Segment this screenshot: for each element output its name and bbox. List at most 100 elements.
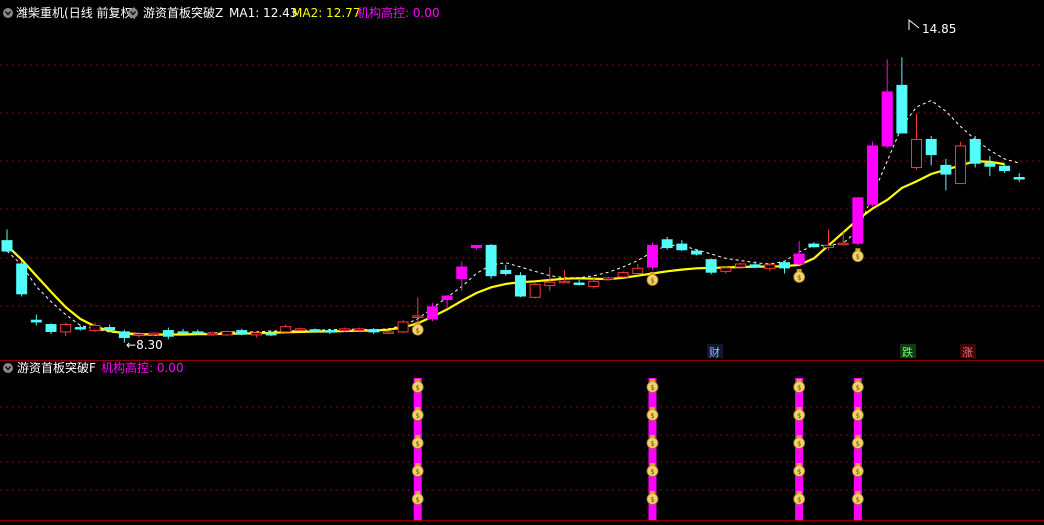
candle-33[interactable] (485, 244, 497, 279)
candle-53[interactable] (779, 260, 791, 274)
candle-4[interactable] (60, 322, 72, 337)
candle-22[interactable] (324, 328, 336, 335)
candle-body-4 (60, 324, 72, 333)
candle-15[interactable] (221, 330, 233, 336)
marker-zhang[interactable]: 涨 (960, 344, 976, 359)
candle-11[interactable] (162, 327, 174, 340)
candle-31[interactable] (456, 261, 468, 291)
ma2-value: MA2: 12.77 (292, 6, 360, 20)
candle-body-19 (280, 326, 292, 333)
candle-58[interactable] (852, 197, 864, 246)
signal-bag-1-2-sign: $ (650, 440, 654, 448)
candle-2[interactable] (30, 314, 42, 326)
candle-62[interactable] (911, 113, 923, 170)
candle-57[interactable] (837, 231, 849, 246)
candle-41[interactable] (602, 276, 614, 280)
candle-1[interactable] (16, 261, 28, 297)
signal-bag-1-3-tie (649, 463, 655, 466)
marker-cai[interactable]: 财 (707, 344, 723, 359)
candle-9[interactable] (133, 331, 145, 338)
signal-bag-1-1-tie (649, 407, 655, 410)
candle-36[interactable] (529, 283, 541, 299)
sub-collapse-icon[interactable] (3, 363, 13, 373)
signal-bag-3-3-sign: $ (856, 468, 860, 476)
candle-48[interactable] (705, 258, 717, 275)
candle-body-37 (544, 281, 556, 287)
candle-45[interactable] (661, 236, 673, 250)
candle-body-2 (30, 319, 42, 323)
low-label: ←8.30 (126, 338, 163, 352)
candle-0[interactable] (1, 229, 13, 252)
candle-60[interactable] (881, 59, 893, 149)
candle-56[interactable] (823, 229, 835, 250)
candle-body-52 (764, 264, 776, 269)
candle-63[interactable] (925, 135, 937, 166)
candle-17[interactable] (250, 331, 262, 338)
candle-68[interactable] (999, 164, 1011, 174)
candle-body-35 (514, 275, 526, 297)
candle-44[interactable] (646, 242, 658, 271)
marker-zhang-text: 涨 (962, 346, 973, 359)
signal-bag-0-4-sign: $ (416, 496, 420, 504)
candle-61[interactable] (896, 57, 908, 134)
candle-12[interactable] (177, 328, 189, 335)
candle-body-15 (221, 330, 233, 336)
candle-body-38 (558, 280, 570, 284)
candle-26[interactable] (382, 330, 394, 335)
candle-59[interactable] (867, 141, 879, 207)
candle-55[interactable] (808, 242, 820, 248)
candle-body-60 (881, 91, 893, 147)
candle-47[interactable] (690, 249, 702, 256)
candle-67[interactable] (984, 155, 996, 177)
candle-body-23 (338, 328, 350, 332)
candle-43[interactable] (632, 263, 644, 276)
candle-28[interactable] (412, 297, 424, 324)
candle-66[interactable] (969, 135, 981, 168)
candle-body-53 (779, 262, 791, 269)
candle-body-61 (896, 84, 908, 134)
candle-54[interactable] (793, 241, 805, 265)
candle-38[interactable] (558, 270, 570, 284)
collapse-icon[interactable] (3, 8, 13, 18)
candle-32[interactable] (470, 244, 482, 250)
signal-bag-2-0-sign: $ (797, 384, 801, 392)
candle-body-11 (162, 330, 174, 337)
candle-body-29 (426, 306, 438, 320)
candle-body-32 (470, 244, 482, 249)
candles[interactable] (1, 57, 1025, 343)
marker-die[interactable]: 跌 (900, 344, 916, 359)
candle-body-57 (837, 242, 849, 246)
signal-bag-2-4-sign: $ (797, 496, 801, 504)
indicator-name: 游资首板突破Z (143, 5, 223, 20)
candle-42[interactable] (617, 271, 629, 278)
candle-3[interactable] (45, 323, 57, 335)
signal-bag-2-1-sign: $ (797, 412, 801, 420)
candle-body-39 (573, 282, 585, 286)
candle-14[interactable] (206, 331, 218, 336)
main-money-bag-3-tie (855, 248, 861, 252)
high-label: 14.85 (922, 22, 956, 36)
main-money-bag-3-sign: $ (856, 253, 860, 261)
signal-bag-3-2-sign: $ (856, 440, 860, 448)
candlestick-chart[interactable]: $ $ $ $ $ $ $ $ $ $ $ $ $ $ $ $ $ $ $ $ $ $ $ $ 潍柴重机(日线 前复权) 游… (0, 0, 1044, 525)
signal-bag-1-0-sign: $ (650, 384, 654, 392)
candle-35[interactable] (514, 272, 526, 298)
candle-body-27 (397, 321, 409, 333)
indicator-menu-icon[interactable] (128, 8, 138, 18)
candle-39[interactable] (573, 279, 585, 286)
candle-34[interactable] (500, 264, 512, 276)
candle-10[interactable] (148, 332, 160, 336)
candle-body-59 (867, 145, 879, 205)
candle-69[interactable] (1013, 173, 1025, 182)
main-money-bag-0-tie (415, 321, 421, 325)
main-money-bag-2: $ (793, 268, 806, 283)
candle-46[interactable] (676, 240, 688, 252)
signal-bag-0-4-tie (415, 491, 421, 494)
candle-65[interactable] (955, 141, 967, 185)
candle-16[interactable] (236, 328, 248, 336)
candle-20[interactable] (294, 327, 306, 331)
candle-25[interactable] (368, 327, 380, 335)
candle-24[interactable] (353, 327, 365, 331)
candle-27[interactable] (397, 320, 409, 334)
candle-64[interactable] (940, 158, 952, 191)
